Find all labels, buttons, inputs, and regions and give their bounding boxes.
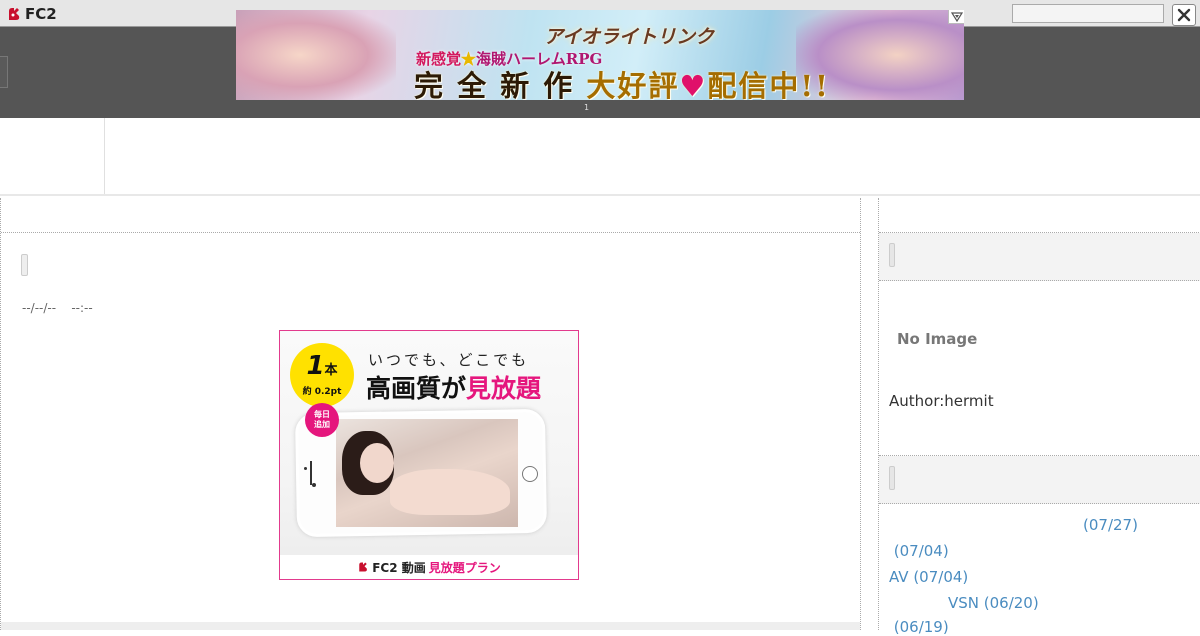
recent-entry-link[interactable]: (07/04) <box>889 542 949 560</box>
ad-tagline-big: 高画質が見放題 <box>366 369 541 405</box>
heart-icon: ♥ <box>679 69 708 100</box>
banner-headline-a: 完 全 新 作 <box>414 69 587 100</box>
blog-header <box>0 118 1200 196</box>
phone-camera-dot <box>304 467 307 470</box>
banner-brand: アイオライトリンク <box>544 26 715 48</box>
main-bottom-divider <box>1 622 860 630</box>
profile-heading-marker <box>889 243 895 267</box>
fc2-top-bar: FC2 アイオライトリンク 新感覚★海賊ハーレムRPG 完 全 新 作 大好評♥… <box>0 0 1200 118</box>
price-unit: 本 <box>324 363 338 378</box>
sidebar: No Image Author:hermit (07/27) (07/04) A… <box>878 198 1200 636</box>
recent-entry-link[interactable]: AV (07/04) <box>889 568 968 586</box>
entry-date: --/--/-- --:-- <box>22 301 93 315</box>
ad-photo-face <box>360 443 394 483</box>
recent-entry-link[interactable]: VSN (06/20) <box>948 594 1039 612</box>
adchoices-button[interactable] <box>948 10 964 24</box>
recent-entry-link[interactable]: (07/27) <box>1083 516 1138 534</box>
banner-index: 1 <box>584 103 590 112</box>
ad-footer-brand: FC2 動画 <box>372 560 426 575</box>
phone-home-button-icon <box>522 466 538 482</box>
phone-speaker <box>310 461 312 485</box>
profile-no-image: No Image <box>897 330 978 348</box>
banner-headline-b: 大好評 <box>586 69 680 100</box>
banner-art-left <box>236 10 396 100</box>
entry-title-marker <box>21 254 28 276</box>
daily-badge: 毎日 追加 <box>305 403 339 437</box>
price-badge-value: 約 0.2pt <box>302 387 342 397</box>
video-ad[interactable]: 1本 約 0.2pt 毎日 追加 いつでも、どこでも 高画質が見放題 FC2 動… <box>279 330 579 580</box>
ad-tagline-small: いつでも、どこでも <box>368 351 530 369</box>
ad-footer-plan: 見放題プラン <box>428 560 501 575</box>
ad-banner[interactable]: アイオライトリンク 新感覚★海賊ハーレムRPG 完 全 新 作 大好評♥配信中!… <box>236 10 964 100</box>
profile-heading <box>879 233 1200 281</box>
price-badge-count: 1本 <box>306 353 337 384</box>
main-top-box <box>1 198 860 233</box>
fc2-logo-text: FC2 <box>25 5 57 23</box>
phone-sensor-dot <box>312 483 316 487</box>
banner-headline-c: 配信中!! <box>707 69 830 100</box>
price-badge: 1本 約 0.2pt <box>290 343 354 407</box>
price-count: 1 <box>306 351 325 381</box>
adchoices-triangle-icon <box>950 11 963 22</box>
header-divider <box>0 194 1200 196</box>
fc2-mark-icon <box>359 562 368 572</box>
recent-entries-heading <box>879 456 1200 504</box>
recent-entries-heading-marker <box>889 466 895 490</box>
close-button[interactable] <box>1172 4 1196 26</box>
top-search-input[interactable] <box>1012 4 1164 23</box>
banner-headline: 完 全 新 作 大好評♥配信中!! <box>414 63 830 100</box>
sidebar-top-box <box>879 198 1200 233</box>
profile-divider <box>879 444 1200 456</box>
fc2-mark-icon <box>6 6 22 22</box>
close-icon <box>1177 8 1191 22</box>
fc2-logo[interactable]: FC2 <box>6 4 57 24</box>
header-nav-cell[interactable] <box>0 118 105 194</box>
ad-footer: FC2 動画 見放題プラン <box>280 555 578 579</box>
profile-author: Author:hermit <box>889 392 994 410</box>
recent-entry-link[interactable]: (06/19) <box>889 618 949 636</box>
ad-tagline-big-a: 高画質が <box>366 374 467 403</box>
side-handle[interactable] <box>0 56 8 88</box>
ad-tagline-big-b: 見放題 <box>466 374 542 403</box>
ad-photo-figure <box>390 469 510 515</box>
